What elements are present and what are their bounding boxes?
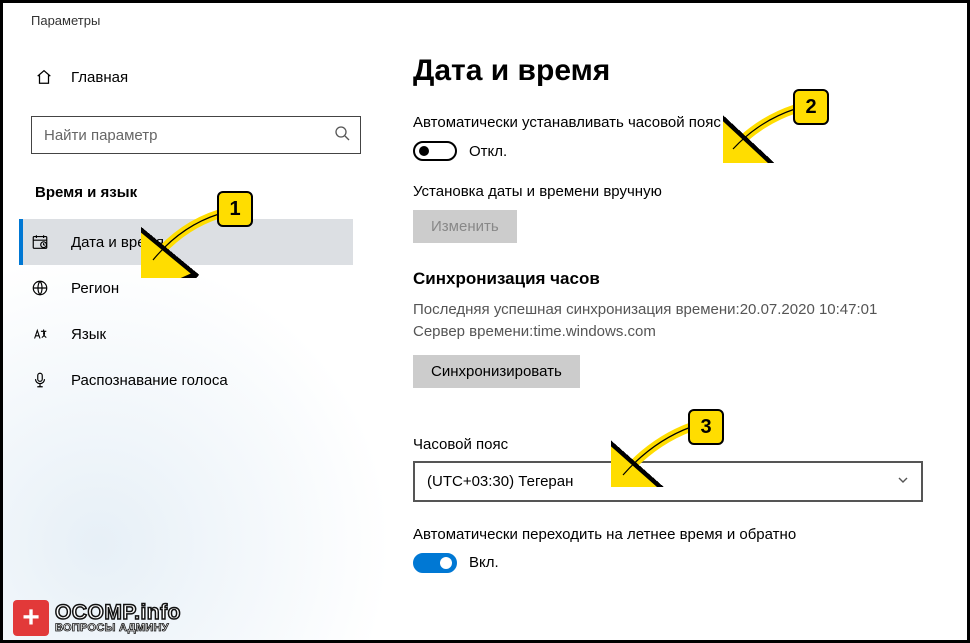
sync-server-prefix: Сервер времени: <box>413 323 533 340</box>
chevron-down-icon <box>897 474 909 489</box>
manual-set-label: Установка даты и времени вручную <box>413 183 937 200</box>
search-input-container[interactable] <box>31 116 361 154</box>
dst-label: Автоматически переходить на летнее время… <box>413 526 937 543</box>
dst-toggle[interactable] <box>413 553 457 573</box>
search-input[interactable] <box>44 127 334 144</box>
sync-title: Синхронизация часов <box>413 269 937 289</box>
watermark-domain: OCOMP.info <box>55 602 181 623</box>
watermark-text: OCOMP.info ВОПРОСЫ АДМИНУ <box>55 602 181 634</box>
annotation-badge-2: 2 <box>793 89 829 125</box>
globe-icon <box>31 279 49 297</box>
page-title: Дата и время <box>413 54 937 88</box>
mic-icon <box>31 371 49 389</box>
annotation-badge-1: 1 <box>217 191 253 227</box>
sync-last-prefix: Последняя успешная синхронизация времени… <box>413 301 740 318</box>
nav-item-label: Распознавание голоса <box>71 372 228 389</box>
sidebar: Главная Время и язык Дата и <box>3 34 373 640</box>
tz-selected-value: (UTC+03:30) Тегеран <box>427 473 573 490</box>
dst-state: Вкл. <box>469 554 499 571</box>
annotation-badge-3: 3 <box>688 409 724 445</box>
window-title: Параметры <box>3 3 967 34</box>
language-icon <box>31 325 49 343</box>
nav-item-language[interactable]: Язык <box>19 311 353 357</box>
watermark: + OCOMP.info ВОПРОСЫ АДМИНУ <box>13 600 181 636</box>
home-link[interactable]: Главная <box>31 62 353 92</box>
watermark-subtitle: ВОПРОСЫ АДМИНУ <box>55 623 181 634</box>
auto-tz-toggle[interactable] <box>413 141 457 161</box>
dst-toggle-row: Вкл. <box>413 553 937 573</box>
change-button: Изменить <box>413 210 517 243</box>
sync-server-value: time.windows.com <box>533 323 656 340</box>
nav-item-label: Регион <box>71 280 119 297</box>
sync-section: Синхронизация часов Последняя успешная с… <box>413 269 937 414</box>
search-icon <box>334 125 350 145</box>
calendar-icon <box>31 233 49 251</box>
auto-tz-label: Автоматически устанавливать часовой пояс <box>413 114 937 131</box>
sync-last-value: 20.07.2020 10:47:01 <box>740 301 878 318</box>
main-content: Дата и время Автоматически устанавливать… <box>373 34 967 640</box>
home-label: Главная <box>71 69 128 86</box>
sync-info: Последняя успешная синхронизация времени… <box>413 299 937 343</box>
watermark-logo: + <box>13 600 49 636</box>
home-icon <box>35 68 53 86</box>
auto-tz-toggle-row: Откл. <box>413 141 937 161</box>
nav-item-label: Язык <box>71 326 106 343</box>
sync-button[interactable]: Синхронизировать <box>413 355 580 388</box>
nav-item-speech[interactable]: Распознавание голоса <box>19 357 353 403</box>
auto-tz-state: Откл. <box>469 143 507 160</box>
